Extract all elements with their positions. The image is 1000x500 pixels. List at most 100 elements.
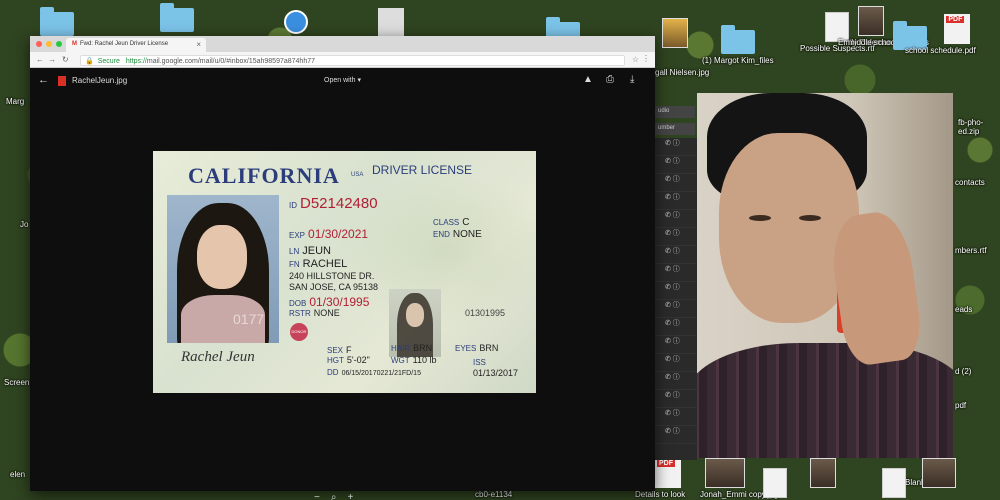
phone-icon[interactable]: ✆ ⓘ — [665, 212, 680, 219]
close-window-button[interactable] — [36, 41, 42, 47]
contact-row[interactable]: ✆ ⓘ — [655, 156, 697, 174]
desktop-doc-icon[interactable] — [763, 468, 787, 498]
license-ln-row: LN JEUN — [289, 245, 331, 257]
license-dd-row: DD 06/15/20170221/21FD/15 — [327, 368, 421, 377]
contact-row[interactable]: ✆ ⓘ — [655, 318, 697, 336]
phone-icon[interactable]: ✆ ⓘ — [665, 158, 680, 165]
contact-row[interactable]: ✆ ⓘ — [655, 264, 697, 282]
phone-icon[interactable]: ✆ ⓘ — [665, 248, 680, 255]
safari-icon[interactable] — [284, 10, 308, 34]
back-arrow-icon[interactable]: ← — [38, 74, 49, 86]
driver-license-image: CALIFORNIA USA DRIVER LICENSE 0177 Rache… — [153, 151, 536, 393]
browser-window: M Fwd: Rachel Jeun Driver License × ← → ↻… — [30, 36, 655, 500]
license-dd: 06/15/20170221/21FD/15 — [341, 370, 421, 377]
desktop-image-icon[interactable] — [378, 8, 404, 38]
zoom-in-button[interactable]: + — [347, 492, 353, 500]
license-address-line2: SAN JOSE, CA 95138 — [289, 282, 379, 292]
forward-arrow-icon[interactable]: → — [48, 55, 56, 64]
contact-row[interactable]: ✆ ⓘ — [655, 336, 697, 354]
reload-icon[interactable]: ↻ — [62, 55, 69, 64]
license-signature: Rachel Jeun — [181, 349, 255, 365]
license-hair: BRN — [413, 343, 433, 353]
license-address-line1: 240 HILLSTONE DR. — [289, 271, 375, 281]
phone-icon[interactable]: ✆ ⓘ — [665, 284, 680, 291]
license-iss-row: ISS — [473, 358, 486, 367]
video-person-shirt — [697, 343, 953, 458]
contact-row[interactable]: ✆ ⓘ — [655, 246, 697, 264]
desktop-image-icon[interactable] — [922, 458, 956, 488]
lock-icon: 🔒 — [85, 58, 94, 65]
back-arrow-icon[interactable]: ← — [36, 55, 44, 64]
desktop-image-icon[interactable] — [810, 458, 836, 488]
contact-row[interactable]: ✆ ⓘ — [655, 372, 697, 390]
desktop-doc-icon[interactable] — [882, 468, 906, 498]
desktop-edge-label: eads — [955, 305, 973, 314]
contact-row[interactable]: ✆ ⓘ — [655, 390, 697, 408]
desktop-folder-icon[interactable] — [40, 7, 74, 36]
license-first-name: RACHEL — [302, 258, 348, 270]
desktop-edge-label: contacts — [955, 178, 985, 187]
contact-row[interactable]: ✆ ⓘ — [655, 174, 697, 192]
attachment-viewer: ← RachelJeun.jpg Open with ▾ ▲ ⎙ ⤓ CALIF… — [30, 68, 655, 500]
desktop-icon-label: school schedule.pdf — [905, 46, 976, 55]
contact-row[interactable]: ✆ ⓘ — [655, 408, 697, 426]
phone-icon[interactable]: ✆ ⓘ — [665, 356, 680, 363]
desktop-folder-margot[interactable]: (1) Margot Kim_files — [702, 25, 774, 65]
phone-icon[interactable]: ✆ ⓘ — [665, 392, 680, 399]
contact-row[interactable]: ✆ ⓘ — [655, 282, 697, 300]
zoom-controls: − ⌕ + — [314, 492, 353, 500]
contact-list: ✆ ⓘ ✆ ⓘ ✆ ⓘ ✆ ⓘ ✆ ⓘ ✆ ⓘ ✆ ⓘ ✆ ⓘ ✆ ⓘ ✆ ⓘ … — [655, 138, 697, 460]
phone-icon[interactable]: ✆ ⓘ — [665, 302, 680, 309]
minimize-window-button[interactable] — [46, 41, 52, 47]
contact-row[interactable]: ✆ ⓘ — [655, 300, 697, 318]
phone-icon[interactable]: ✆ ⓘ — [665, 176, 680, 183]
maximize-window-button[interactable] — [56, 41, 62, 47]
license-class: C — [462, 217, 470, 228]
phone-icon[interactable]: ✆ ⓘ — [665, 320, 680, 327]
phone-icon[interactable]: ✆ ⓘ — [665, 338, 680, 345]
zoom-out-button[interactable]: − — [314, 492, 320, 500]
drive-add-icon[interactable]: ▲ — [583, 74, 593, 85]
browser-tab[interactable]: M Fwd: Rachel Jeun Driver License × — [66, 38, 206, 52]
url-field[interactable]: 🔒 Secure https://mail.google.com/mail/u/0… — [80, 55, 625, 66]
phone-icon[interactable]: ✆ ⓘ — [665, 428, 680, 435]
phone-icon[interactable]: ✆ ⓘ — [665, 194, 680, 201]
desktop-pdf-icon[interactable] — [655, 458, 681, 488]
license-end-row: END NONE — [433, 229, 482, 240]
contact-row[interactable]: ✆ ⓘ — [655, 138, 697, 156]
contact-row[interactable]: ✆ ⓘ — [655, 210, 697, 228]
license-rstr: NONE — [313, 308, 340, 318]
url-text: mail.google.com/mail/u/0/#inbox/15ah9859… — [146, 58, 315, 65]
desktop-pdf-schedule[interactable]: school schedule.pdf — [905, 14, 976, 55]
phone-icon[interactable]: ✆ ⓘ — [665, 374, 680, 381]
desktop-edge-label: Details to look — [635, 490, 686, 499]
image-file-icon — [58, 76, 66, 86]
open-with-button[interactable]: Open with ▾ — [324, 76, 361, 84]
download-icon[interactable]: ⤓ — [630, 74, 634, 85]
side-panel-header: udio — [655, 106, 695, 118]
zoom-icon[interactable]: ⌕ — [331, 492, 337, 500]
license-hgt-row: HGT 5'-02" — [327, 355, 370, 365]
bookmark-star-icon[interactable]: ☆ — [632, 55, 639, 64]
desktop-image-icon[interactable] — [662, 18, 688, 48]
license-country: USA — [351, 172, 364, 178]
contact-row[interactable]: ✆ ⓘ — [655, 354, 697, 372]
desktop-folder-icon[interactable] — [160, 3, 194, 32]
phone-icon[interactable]: ✆ ⓘ — [665, 266, 680, 273]
close-tab-icon[interactable]: × — [196, 40, 201, 49]
contact-row[interactable]: ✆ ⓘ — [655, 192, 697, 210]
video-person-eye — [799, 215, 821, 221]
desktop-edge-label: Screen — [4, 378, 30, 387]
desktop-edge-label: mbers.rtf — [955, 246, 987, 255]
desktop-edge-label: d (2) — [955, 367, 972, 376]
phone-icon[interactable]: ✆ ⓘ — [665, 410, 680, 417]
contact-row[interactable]: ✆ ⓘ — [655, 426, 697, 444]
contact-row[interactable]: ✆ ⓘ — [655, 228, 697, 246]
more-menu-icon[interactable]: ⋮ — [642, 54, 650, 63]
phone-icon[interactable]: ✆ ⓘ — [665, 230, 680, 237]
phone-icon[interactable]: ✆ ⓘ — [665, 140, 680, 147]
desktop-edge-label: elen — [10, 470, 26, 479]
desktop-image-icon[interactable] — [705, 458, 745, 488]
print-icon[interactable]: ⎙ — [606, 74, 614, 85]
side-panel-header: umber — [655, 123, 695, 135]
